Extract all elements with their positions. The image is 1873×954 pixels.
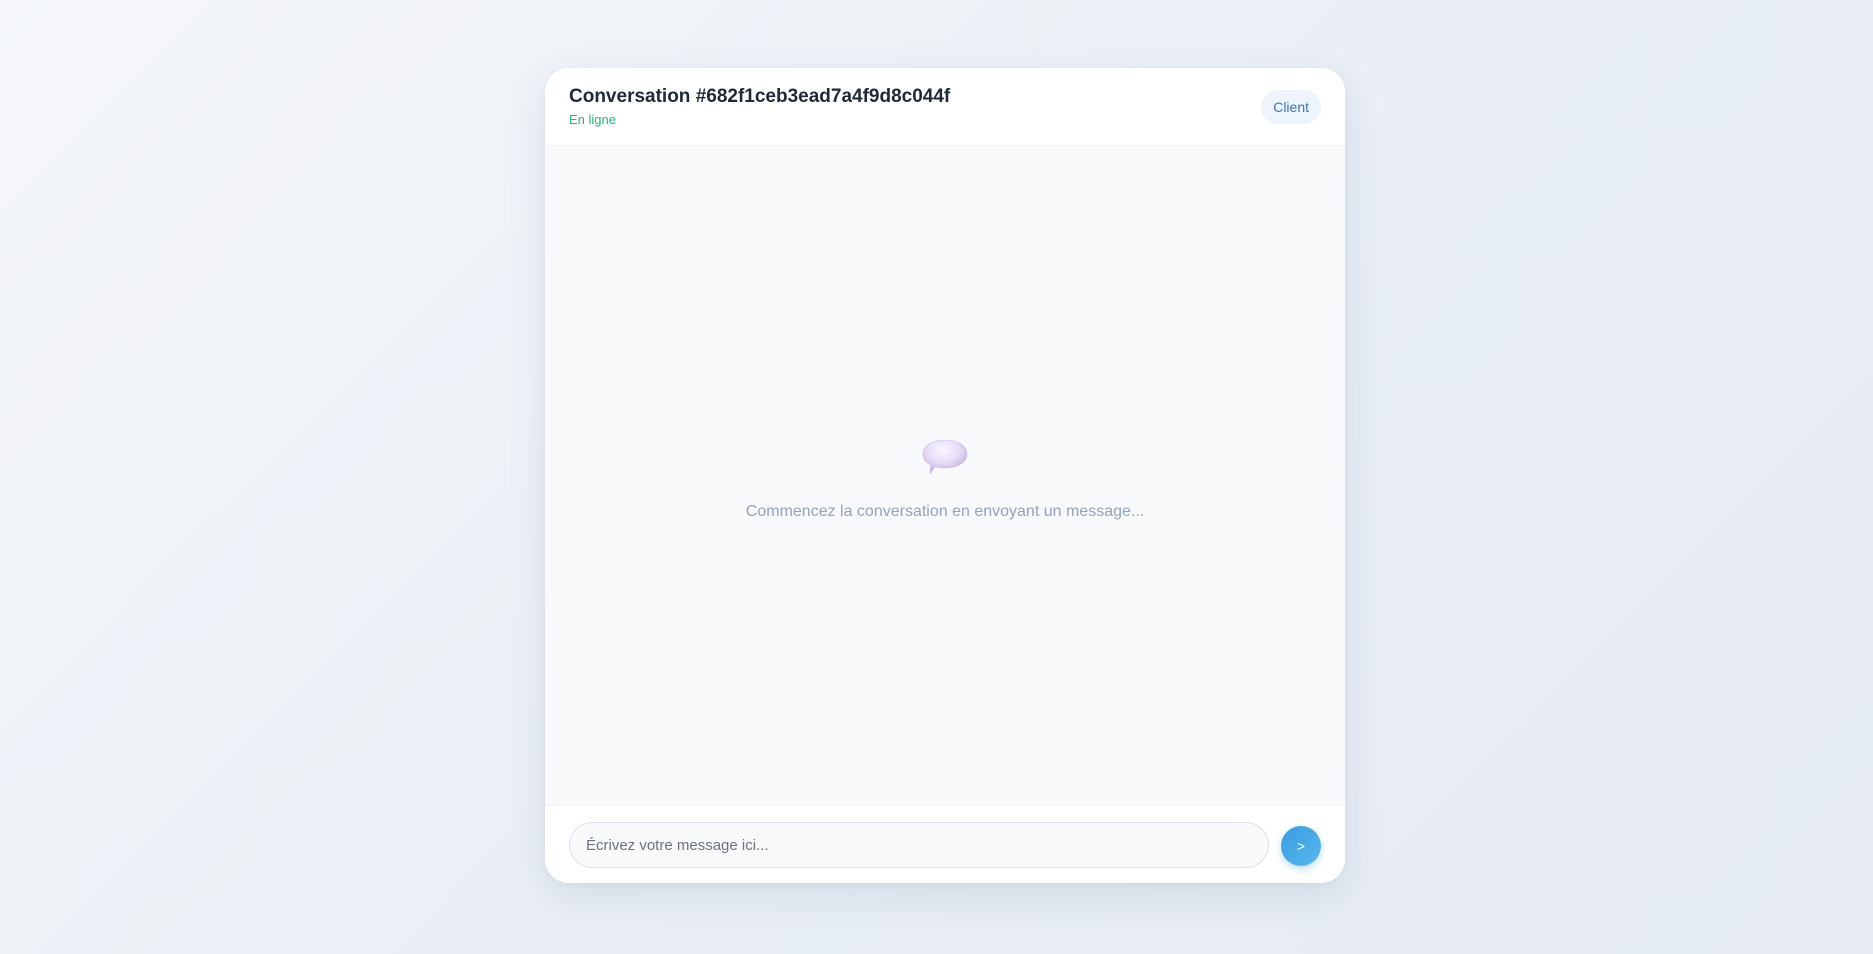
empty-state-text: Commencez la conversation en envoyant un… xyxy=(745,503,1145,520)
message-composer: > xyxy=(545,805,1345,883)
chat-window: Conversation #682f1ceb3ead7a4f9d8c044f E… xyxy=(545,68,1345,883)
chat-header: Conversation #682f1ceb3ead7a4f9d8c044f E… xyxy=(545,68,1345,146)
messages-area[interactable]: Commencez la conversation en envoyant un… xyxy=(545,146,1345,805)
speech-bubble-icon xyxy=(921,436,969,478)
empty-state: Commencez la conversation en envoyant un… xyxy=(545,436,1345,521)
message-input[interactable] xyxy=(569,822,1269,868)
online-status: En ligne xyxy=(569,112,616,127)
send-button[interactable]: > xyxy=(1281,826,1321,866)
conversation-title: Conversation #682f1ceb3ead7a4f9d8c044f xyxy=(569,86,951,107)
role-badge: Client xyxy=(1261,90,1321,124)
